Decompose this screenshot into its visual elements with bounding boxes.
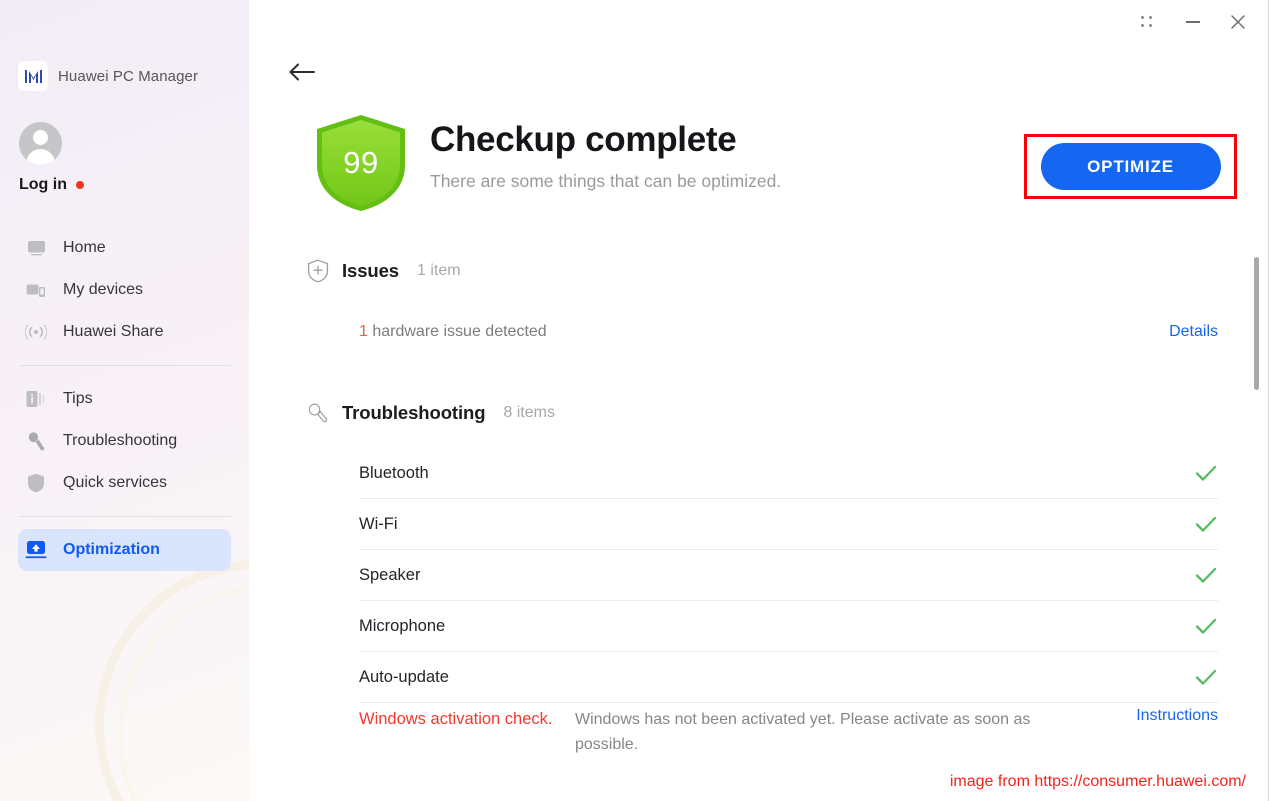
list-item[interactable]: Auto-update (359, 652, 1218, 703)
wrench-icon (307, 402, 329, 424)
brand-name: Huawei PC Manager (58, 67, 199, 85)
issue-text: 1 hardware issue detected (359, 323, 547, 341)
checkup-content: Issues 1 item 1 hardware issue detected … (249, 250, 1268, 801)
sidebar-nav: Home My devices Huawei Share Tips Troubl… (0, 227, 249, 571)
optimize-button[interactable]: OPTIMIZE (1040, 143, 1221, 190)
list-item-label: Bluetooth (359, 463, 429, 482)
hero-text: Checkup complete There are some things t… (430, 118, 781, 193)
issue-description: hardware issue detected (367, 323, 547, 340)
issues-section-header: Issues 1 item (249, 250, 1268, 292)
sidebar-decoration-arc-inner (118, 585, 249, 801)
scrollbar-thumb[interactable] (1254, 257, 1259, 390)
sidebar-decoration-arc (95, 560, 249, 801)
huawei-pc-manager-window: Huawei PC Manager Log in Home My devices… (0, 0, 1269, 801)
list-item[interactable]: Bluetooth (359, 448, 1218, 499)
list-item-label: Auto-update (359, 667, 449, 686)
green-check-icon (1194, 616, 1218, 636)
instructions-link[interactable]: Instructions (1136, 707, 1218, 725)
user-avatar-icon[interactable] (19, 122, 62, 165)
list-item[interactable]: Microphone (359, 601, 1218, 652)
troubleshooting-list: Bluetooth Wi-Fi Speaker Microphone Auto-… (359, 448, 1218, 767)
list-item[interactable]: Wi-Fi (359, 499, 1218, 550)
list-item-label: Windows activation check. (359, 710, 553, 728)
green-shield-icon: 99 (313, 113, 409, 213)
login-row[interactable]: Log in (19, 176, 249, 194)
sidebar-item-optimization[interactable]: Optimization (18, 529, 231, 571)
sidebar-item-label: Optimization (63, 541, 160, 558)
sidebar-item-label: Quick services (63, 474, 168, 491)
list-item-label: Wi-Fi (359, 514, 398, 533)
login-label[interactable]: Log in (19, 176, 67, 194)
sidebar-divider (20, 516, 231, 517)
account-block[interactable]: Log in (0, 122, 249, 194)
huawei-pc-manager-logo-icon (18, 61, 48, 91)
optimize-highlight-box: OPTIMIZE (1024, 134, 1237, 199)
shield-icon (25, 472, 47, 494)
wrench-icon (25, 430, 47, 452)
sidebar-item-quick-services[interactable]: Quick services (18, 462, 231, 504)
list-item-windows-activation[interactable]: Windows activation check. Windows has no… (359, 703, 1218, 767)
apps-grid-icon[interactable] (1125, 4, 1170, 40)
issues-title: Issues (342, 260, 399, 281)
page-title: Checkup complete (430, 120, 737, 159)
troubleshooting-title: Troubleshooting (342, 402, 486, 423)
list-item-label: Speaker (359, 565, 421, 584)
minimize-icon[interactable] (1170, 4, 1215, 40)
green-check-icon (1194, 565, 1218, 585)
watermark-text: image from https://consumer.huawei.com/ (949, 773, 1246, 791)
list-item[interactable]: Speaker (359, 550, 1218, 601)
list-item-label: Microphone (359, 616, 446, 635)
huawei-share-icon (25, 321, 47, 343)
shield-plus-icon (307, 259, 329, 283)
sidebar: Huawei PC Manager Log in Home My devices… (0, 0, 249, 801)
close-icon[interactable] (1215, 4, 1260, 40)
sidebar-divider (20, 365, 231, 366)
issue-details-link[interactable]: Details (1169, 323, 1218, 341)
sidebar-item-huawei-share[interactable]: Huawei Share (18, 311, 231, 353)
sidebar-item-my-devices[interactable]: My devices (18, 269, 231, 311)
green-check-icon (1194, 463, 1218, 483)
sidebar-item-tips[interactable]: Tips (18, 378, 231, 420)
sidebar-item-troubleshooting[interactable]: Troubleshooting (18, 420, 231, 462)
scrollbar[interactable] (1254, 250, 1259, 750)
brand: Huawei PC Manager (0, 59, 249, 93)
devices-icon (25, 279, 47, 301)
sidebar-item-home[interactable]: Home (18, 227, 231, 269)
checkup-score: 99 (343, 145, 379, 180)
issue-count-number: 1 (359, 323, 368, 340)
issues-count: 1 item (417, 262, 461, 279)
troubleshooting-count: 8 items (503, 404, 555, 421)
sidebar-item-label: My devices (63, 281, 144, 298)
sidebar-item-label: Troubleshooting (63, 432, 178, 449)
checkup-hero: 99 Checkup complete There are some thing… (249, 108, 1268, 228)
troubleshooting-section-header: Troubleshooting 8 items (249, 392, 1268, 434)
notification-dot-icon (75, 181, 84, 189)
sidebar-item-label: Tips (63, 390, 93, 407)
window-titlebar (1125, 0, 1268, 44)
list-item-description: Windows has not been activated yet. Plea… (575, 711, 1031, 753)
monitor-icon (25, 237, 47, 259)
back-arrow-icon[interactable] (288, 57, 320, 87)
sidebar-item-label: Huawei Share (63, 323, 164, 340)
optimization-upload-icon (25, 539, 47, 561)
page-subtitle: There are some things that can be optimi… (430, 171, 782, 191)
main-panel: 99 Checkup complete There are some thing… (249, 0, 1268, 801)
sidebar-item-label: Home (63, 239, 106, 256)
tips-info-icon (25, 388, 47, 410)
green-check-icon (1194, 667, 1218, 687)
green-check-icon (1194, 514, 1218, 534)
issue-row: 1 hardware issue detected Details (359, 318, 1218, 346)
